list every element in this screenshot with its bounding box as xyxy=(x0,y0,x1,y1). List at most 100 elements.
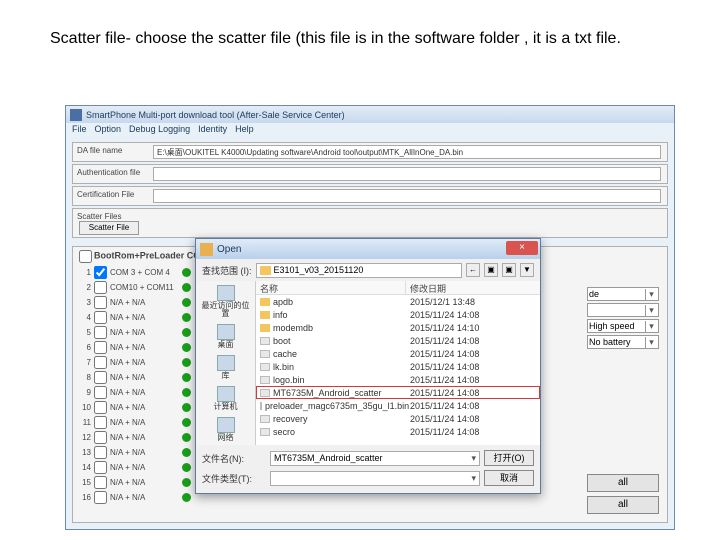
file-name: recovery xyxy=(273,414,308,424)
menu-file[interactable]: File xyxy=(72,124,87,136)
port-num: 7 xyxy=(77,358,91,367)
file-row[interactable]: boot2015/11/24 14:08 xyxy=(256,334,540,347)
place-item[interactable]: 网络 xyxy=(217,417,235,442)
file-name: preloader_magc6735m_35gu_l1.bin xyxy=(265,401,409,411)
port-checkbox[interactable] xyxy=(94,416,107,429)
file-row[interactable]: lk.bin2015/11/24 14:08 xyxy=(256,360,540,373)
menu-identity[interactable]: Identity xyxy=(198,124,227,136)
filetype-select[interactable]: ▾ xyxy=(270,471,480,486)
file-name: modemdb xyxy=(273,323,313,333)
status-dot-icon xyxy=(182,478,191,487)
status-dot-icon xyxy=(182,433,191,442)
port-checkbox[interactable] xyxy=(94,401,107,414)
place-item[interactable]: 最近访问的位置 xyxy=(198,285,253,318)
folder-select[interactable]: E3101_v03_20151120 xyxy=(256,263,463,278)
file-row[interactable]: modemdb2015/11/24 14:10 xyxy=(256,321,540,334)
port-label: N/A + N/A xyxy=(110,343,180,352)
status-dot-icon xyxy=(182,388,191,397)
port-num: 14 xyxy=(77,463,91,472)
close-button[interactable]: × xyxy=(506,241,538,255)
file-row[interactable]: cache2015/11/24 14:08 xyxy=(256,347,540,360)
all-button-1[interactable]: all xyxy=(587,474,659,492)
place-item[interactable]: 桌面 xyxy=(217,324,235,349)
port-checkbox[interactable] xyxy=(94,431,107,444)
nav-up-button[interactable]: ▣ xyxy=(484,263,498,277)
status-dot-icon xyxy=(182,403,191,412)
scatter-file-button[interactable]: Scatter File xyxy=(79,221,139,235)
speed-select[interactable]: High speed▾ xyxy=(587,319,659,333)
de-select[interactable]: de▾ xyxy=(587,287,659,301)
file-row[interactable]: preloader_magc6735m_35gu_l1.bin2015/11/2… xyxy=(256,399,540,412)
battery-select[interactable]: No battery▾ xyxy=(587,335,659,349)
col-date[interactable]: 修改日期 xyxy=(406,281,540,294)
window-title: SmartPhone Multi-port download tool (Aft… xyxy=(86,110,345,120)
file-row[interactable]: secro2015/11/24 14:08 xyxy=(256,425,540,438)
port-label: N/A + N/A xyxy=(110,478,180,487)
bootrom-label: BootRom+PreLoader COM xyxy=(94,251,208,261)
lookin-label: 查找范围 (I): xyxy=(202,264,252,277)
port-checkbox[interactable] xyxy=(94,386,107,399)
file-row[interactable]: info2015/11/24 14:08 xyxy=(256,308,540,321)
chevron-down-icon: ▾ xyxy=(471,473,476,484)
empty-select[interactable]: ▾ xyxy=(587,303,659,317)
scatter-group-label: Scatter Files xyxy=(77,212,121,221)
titlebar: SmartPhone Multi-port download tool (Aft… xyxy=(66,106,674,123)
port-checkbox[interactable] xyxy=(94,326,107,339)
da-path-input[interactable]: E:\桌面\OUKITEL K4000\Updating software\An… xyxy=(153,145,661,159)
nav-new-button[interactable]: ▣ xyxy=(502,263,516,277)
port-label: N/A + N/A xyxy=(110,388,180,397)
cert-path-input[interactable] xyxy=(153,189,661,203)
place-item[interactable]: 库 xyxy=(217,355,235,380)
port-checkbox[interactable] xyxy=(94,311,107,324)
port-checkbox[interactable] xyxy=(94,356,107,369)
menu-help[interactable]: Help xyxy=(235,124,254,136)
folder-name: E3101_v03_20151120 xyxy=(274,265,364,275)
open-button[interactable]: 打开(O) xyxy=(484,450,534,466)
port-checkbox[interactable] xyxy=(94,491,107,504)
scatter-panel: Scatter Files Scatter File xyxy=(72,208,668,238)
file-list: 名称 修改日期 apdb2015/12/1 13:48info2015/11/2… xyxy=(256,281,540,445)
file-row[interactable]: apdb2015/12/1 13:48 xyxy=(256,295,540,308)
menu-option[interactable]: Option xyxy=(95,124,122,136)
instruction-text: Scatter file- choose the scatter file (t… xyxy=(50,28,670,50)
all-button-2[interactable]: all xyxy=(587,496,659,514)
bootrom-checkbox[interactable]: BootRom+PreLoader COM xyxy=(79,250,208,263)
nav-back-button[interactable]: ← xyxy=(466,263,480,277)
port-checkbox[interactable] xyxy=(94,371,107,384)
file-name: MT6735M_Android_scatter xyxy=(273,388,382,398)
port-label: N/A + N/A xyxy=(110,493,180,502)
col-name[interactable]: 名称 xyxy=(256,281,406,294)
file-row[interactable]: MT6735M_Android_scatter2015/11/24 14:08 xyxy=(256,386,540,399)
port-num: 12 xyxy=(77,433,91,442)
port-checkbox[interactable] xyxy=(94,281,107,294)
dialog-footer: 文件名(N): MT6735M_Android_scatter▾ 打开(O) 文… xyxy=(196,445,540,493)
status-dot-icon xyxy=(182,313,191,322)
file-row[interactable]: logo.bin2015/11/24 14:08 xyxy=(256,373,540,386)
file-row[interactable]: recovery 2015/11/24 14:08 xyxy=(256,412,540,425)
file-date: 2015/11/24 14:08 xyxy=(406,412,540,425)
cert-label: Certification File xyxy=(77,190,134,199)
port-label: COM10 + COM11 xyxy=(110,283,180,292)
status-dot-icon xyxy=(182,343,191,352)
port-checkbox[interactable] xyxy=(94,446,107,459)
port-checkbox[interactable] xyxy=(94,476,107,489)
place-item[interactable]: 计算机 xyxy=(214,386,238,411)
chevron-down-icon: ▾ xyxy=(645,321,657,332)
port-checkbox[interactable] xyxy=(94,341,107,354)
port-checkbox[interactable] xyxy=(94,461,107,474)
port-row: 4N/A + N/A xyxy=(77,310,191,325)
ports-list: 1COM 3 + COM 42COM10 + COM113N/A + N/A4N… xyxy=(77,265,191,505)
place-icon xyxy=(217,285,235,301)
dialog-titlebar: Open × xyxy=(196,239,540,259)
nav-view-button[interactable]: ▼ xyxy=(520,263,534,277)
filename-input[interactable]: MT6735M_Android_scatter▾ xyxy=(270,451,480,466)
auth-path-input[interactable] xyxy=(153,167,661,181)
port-checkbox[interactable] xyxy=(94,296,107,309)
file-date: 2015/11/24 14:08 xyxy=(406,334,540,347)
port-num: 5 xyxy=(77,328,91,337)
file-name: apdb xyxy=(273,297,293,307)
cancel-button[interactable]: 取消 xyxy=(484,470,534,486)
menu-debug[interactable]: Debug Logging xyxy=(129,124,190,136)
port-checkbox[interactable] xyxy=(94,266,107,279)
bootrom-check[interactable] xyxy=(79,250,92,263)
